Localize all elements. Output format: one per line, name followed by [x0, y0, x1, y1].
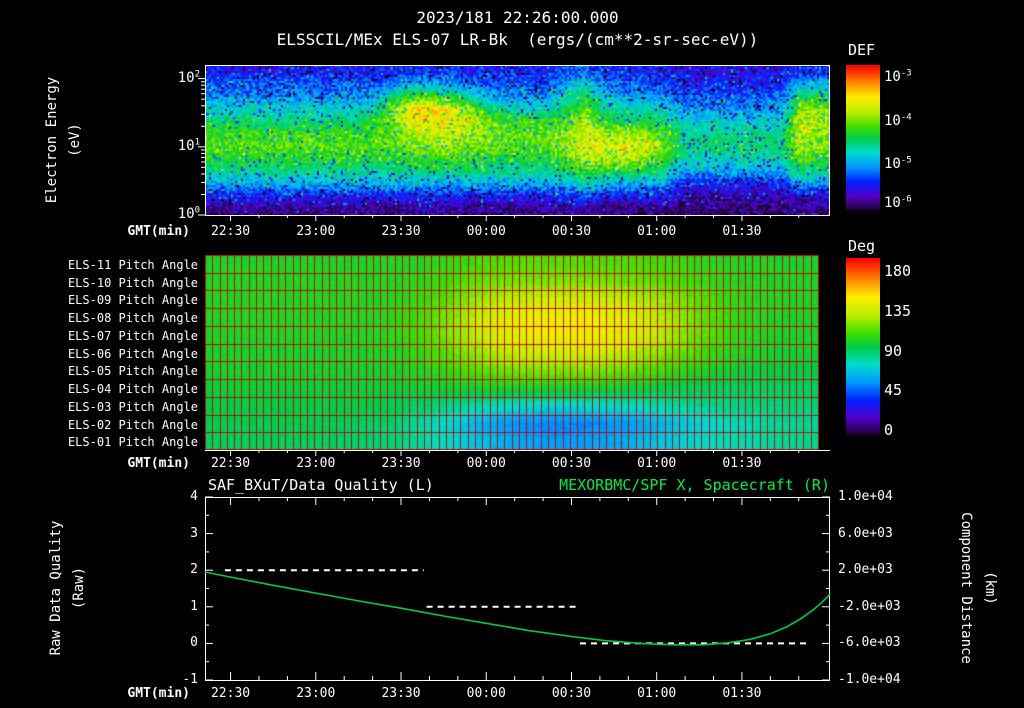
km-tick-label: 1.0e+04: [838, 489, 893, 504]
deg-colorbar-tick-label: 45: [884, 381, 903, 400]
electron-energy-spectrogram-heatmap: [205, 65, 830, 215]
def-colorbar-title: DEF: [848, 41, 876, 59]
x-tick-label: 00:30: [551, 456, 592, 471]
km-tick-label: -6.0e+03: [838, 635, 901, 651]
pitch-angle-heatmap: [205, 255, 830, 450]
els-row-label: ELS-01 Pitch Angle: [67, 435, 198, 450]
els-row-label: ELS-05 Pitch Angle: [67, 364, 198, 379]
x-tick-label: 01:00: [637, 686, 677, 701]
raw-quality-axis-units: (Raw): [71, 566, 87, 610]
deg-colorbar: [846, 258, 880, 435]
x-tick-label: 23:30: [381, 224, 421, 239]
deg-colorbar-tick-label: 135: [884, 301, 912, 320]
energy-tick-label: 102: [177, 68, 200, 86]
raw-tick-label: 1: [190, 598, 198, 614]
line-plot-frame: [205, 497, 830, 681]
raw-tick-label: -1: [182, 672, 198, 687]
spec-y-axis-label: Electron Energy: [44, 76, 60, 204]
def-colorbar-tick-label: 10-3: [884, 68, 912, 86]
x-tick-label: 00:30: [551, 686, 592, 701]
els-quicklook-plot-window: 2023/181 22:26:00.000 ELSSCIL/MEx ELS-07…: [0, 0, 1024, 708]
deg-colorbar-tick-label: 90: [884, 341, 903, 360]
deg-colorbar-title: Deg: [848, 237, 876, 255]
component-distance-axis-label: Component Distance: [958, 512, 974, 664]
els-row-label: ELS-08 Pitch Angle: [67, 311, 198, 326]
plot-title: ELSSCIL/MEx ELS-07 LR-Bk (ergs/(cm**2-sr…: [276, 30, 759, 49]
gmt-axis-label-middle: GMT(min): [127, 456, 190, 471]
raw-tick-label: 2: [190, 562, 198, 578]
raw-tick-label: 3: [190, 525, 198, 541]
def-colorbar-tick-label: 10-4: [884, 111, 912, 129]
x-tick-label: 01:30: [722, 686, 762, 701]
raw-tick-label: 0: [190, 635, 198, 651]
els-row-label: ELS-10 Pitch Angle: [67, 275, 198, 290]
raw-quality-axis-label: Raw Data Quality: [48, 520, 64, 656]
raw-tick-label: 4: [190, 489, 198, 504]
x-tick-label: 23:30: [381, 456, 421, 471]
els-row-label: ELS-11 Pitch Angle: [67, 258, 198, 272]
x-tick-label: 23:30: [381, 686, 421, 701]
els-row-label: ELS-04 Pitch Angle: [67, 382, 198, 397]
x-tick-label: 22:30: [210, 456, 251, 471]
x-tick-label: 01:30: [722, 224, 762, 239]
energy-tick-label: 101: [177, 137, 200, 154]
def-colorbar-tick-label: 10-6: [884, 194, 912, 212]
x-tick-label: 00:00: [466, 224, 506, 239]
els-row-label: ELS-02 Pitch Angle: [67, 417, 198, 432]
els-row-label: ELS-09 Pitch Angle: [67, 293, 198, 308]
def-colorbar-tick-label: 10-5: [884, 155, 912, 173]
els-row-label: ELS-07 Pitch Angle: [67, 328, 198, 343]
x-tick-label: 01:00: [637, 456, 677, 471]
spacecraft-x-curve: [204, 571, 831, 646]
x-tick-label: 22:30: [210, 224, 251, 239]
quality-series-title: SAF_BXuT/Data Quality (L): [208, 476, 434, 494]
deg-colorbar-tick-label: 180: [884, 261, 912, 280]
km-tick-label: 2.0e+03: [838, 562, 893, 578]
plot-timestamp: 2023/181 22:26:00.000: [416, 8, 619, 27]
x-tick-label: 22:30: [210, 686, 251, 701]
x-tick-label: 01:00: [637, 224, 677, 239]
x-tick-label: 00:30: [551, 224, 592, 239]
els-row-label: ELS-03 Pitch Angle: [67, 399, 198, 414]
deg-colorbar-tick-label: 0: [884, 421, 894, 440]
km-tick-label: 6.0e+03: [838, 525, 893, 541]
x-tick-label: 01:30: [722, 456, 762, 471]
x-tick-label: 23:00: [296, 224, 336, 239]
els-row-label: ELS-06 Pitch Angle: [67, 346, 198, 361]
gmt-axis-label-bottom: GMT(min): [127, 686, 190, 701]
spacecraft-series-title: MEXORBMC/SPF X, Spacecraft (R): [559, 476, 830, 494]
x-tick-label: 23:00: [296, 686, 336, 701]
x-tick-label: 23:00: [296, 456, 336, 471]
x-tick-label: 00:00: [466, 456, 506, 471]
component-distance-axis-units: (km): [982, 571, 998, 605]
km-tick-label: -2.0e+03: [838, 598, 901, 614]
x-tick-label: 00:00: [466, 686, 506, 701]
def-colorbar: [846, 65, 880, 210]
gmt-axis-label-top: GMT(min): [127, 224, 190, 239]
spec-y-axis-units: (eV): [67, 123, 83, 157]
km-tick-label: -1.0e+04: [838, 672, 901, 687]
energy-tick-label: 100: [177, 205, 200, 222]
